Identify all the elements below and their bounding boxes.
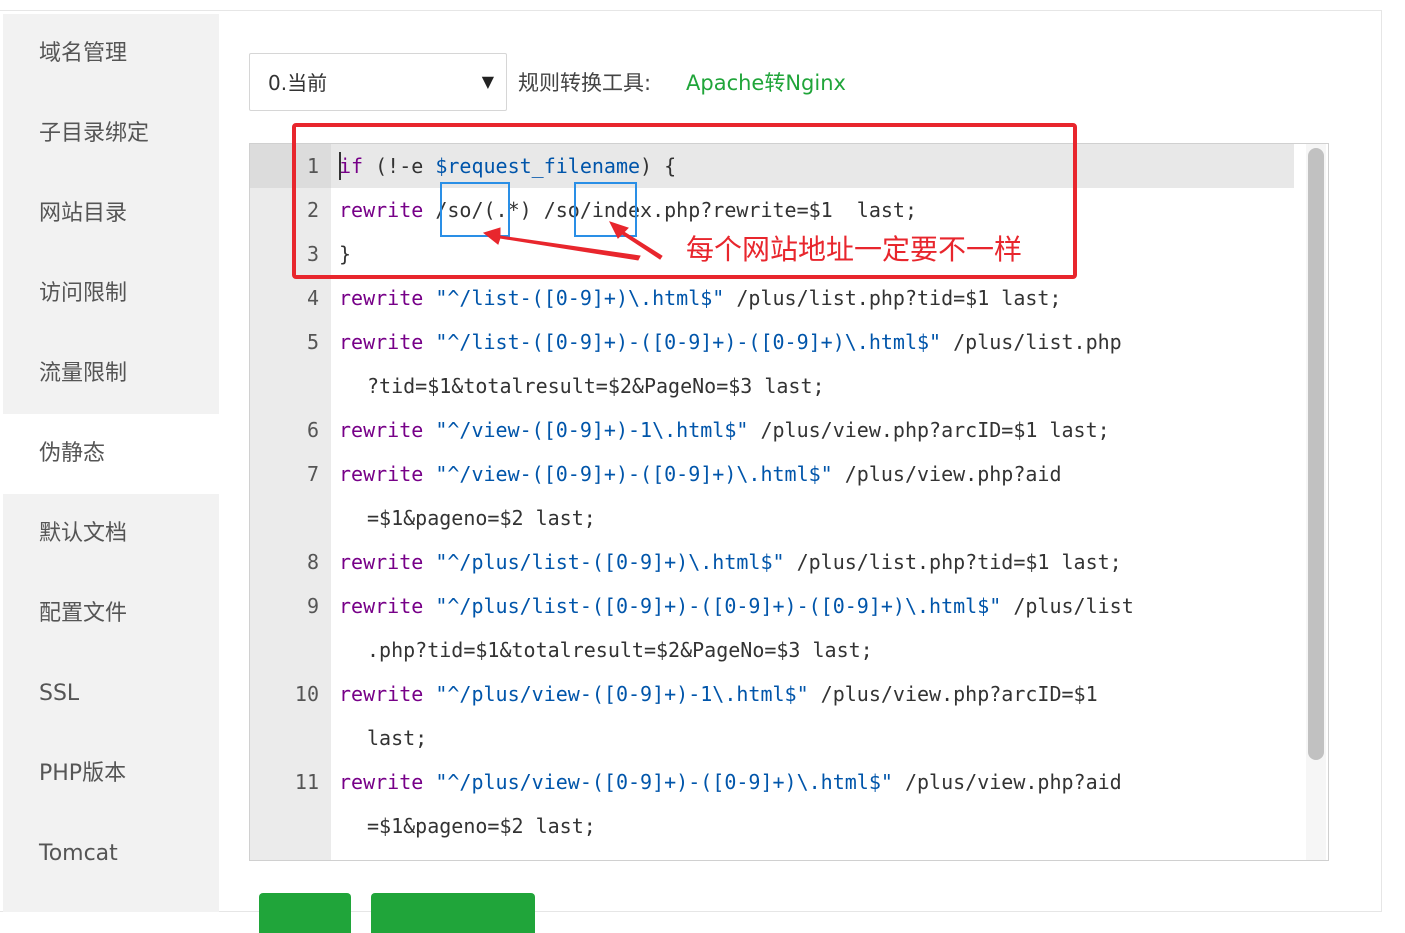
sidebar-item-site-directory[interactable]: 网站目录	[3, 174, 219, 254]
code-token: rewrite	[339, 770, 424, 794]
code-line: 7 rewrite "^/view-([0-9]+)-([0-9]+)\.htm…	[250, 452, 1310, 540]
sidebar: 域名管理 子目录绑定 网站目录 访问限制 流量限制 伪静态 默认文档 配置文件 …	[3, 14, 219, 912]
line-number: 4	[306, 286, 319, 310]
line-number: 5	[306, 330, 319, 354]
code-token: rewrite	[339, 550, 424, 574]
code-line: 5 rewrite "^/list-([0-9]+)-([0-9]+)-([0-…	[250, 320, 1310, 408]
line-number: 6	[306, 418, 319, 442]
rule-convert-label: 规则转换工具:	[518, 71, 652, 95]
code-text: rewrite "^/list-([0-9]+)-([0-9]+)-([0-9]…	[339, 320, 1279, 408]
code-token: rewrite	[339, 418, 424, 442]
sidebar-item-subdir-binding[interactable]: 子目录绑定	[3, 94, 219, 174]
sidebar-item-rewrite[interactable]: 伪静态	[3, 414, 219, 494]
code-token: /plus/view.php?aid	[892, 770, 1122, 794]
rewrite-template-select[interactable]: 0.当前 ▼	[249, 53, 507, 111]
code-token: /plus/view.php?arcID=$1	[808, 682, 1098, 706]
line-number: 7	[306, 462, 319, 486]
code-line: 9 rewrite "^/plus/list-([0-9]+)-([0-9]+)…	[250, 584, 1310, 672]
annotation-blue-box-second	[574, 182, 637, 237]
line-number: 8	[306, 550, 319, 574]
code-token: "^/list-([0-9]+)\.html$"	[435, 286, 725, 310]
code-token: "^/plus/view-([0-9]+)-([0-9]+)\.html$"	[435, 770, 893, 794]
code-text: rewrite "^/plus/view-([0-9]+)-([0-9]+)\.…	[339, 760, 1279, 848]
code-token: rewrite	[339, 682, 424, 706]
code-token: /plus/list.php	[941, 330, 1122, 354]
apache-to-nginx-link[interactable]: Apache转Nginx	[686, 53, 846, 113]
code-token: rewrite	[339, 594, 424, 618]
code-token: rewrite	[339, 330, 424, 354]
save-button[interactable]	[259, 893, 351, 933]
code-token: /plus/list	[1001, 594, 1134, 618]
code-line: 6 rewrite "^/view-([0-9]+)-1\.html$" /pl…	[250, 408, 1310, 452]
code-token: "^/list-([0-9]+)-([0-9]+)-([0-9]+)\.html…	[435, 330, 942, 354]
save-as-template-button[interactable]	[371, 893, 535, 933]
editor-scrollbar[interactable]	[1308, 148, 1324, 760]
sidebar-item-domain[interactable]: 域名管理	[3, 14, 219, 94]
code-token: rewrite	[339, 462, 424, 486]
code-token: =$1&pageno=$2 last;	[367, 814, 596, 838]
code-text: rewrite "^/view-([0-9]+)-1\.html$" /plus…	[339, 408, 1279, 452]
chevron-down-icon: ▼	[481, 72, 494, 91]
code-token: "^/view-([0-9]+)-1\.html$"	[435, 418, 749, 442]
code-token: /plus/list.php?tid=$1 last;	[724, 286, 1062, 310]
code-token: "^/plus/list-([0-9]+)-([0-9]+)-([0-9]+)\…	[435, 594, 1002, 618]
line-number: 10	[294, 682, 319, 706]
sidebar-item-php-version[interactable]: PHP版本	[3, 734, 219, 814]
code-text: rewrite "^/plus/list-([0-9]+)-([0-9]+)-(…	[339, 584, 1279, 672]
code-token: /plus/view.php?aid	[832, 462, 1062, 486]
code-token: /plus/list.php?tid=$1 last;	[784, 550, 1122, 574]
sidebar-item-config-file[interactable]: 配置文件	[3, 574, 219, 654]
sidebar-item-access-limit[interactable]: 访问限制	[3, 254, 219, 334]
code-text: rewrite "^/view-([0-9]+)-([0-9]+)\.html$…	[339, 452, 1279, 540]
code-text: rewrite "^/plus/list-([0-9]+)\.html$" /p…	[339, 540, 1279, 584]
select-value: 0.当前	[268, 71, 328, 95]
code-token: "^/plus/view-([0-9]+)-1\.html$"	[435, 682, 809, 706]
annotation-text: 每个网站地址一定要不一样	[686, 233, 1023, 266]
code-line: 4 rewrite "^/list-([0-9]+)\.html$" /plus…	[250, 276, 1310, 320]
code-token: .php?tid=$1&totalresult=$2&PageNo=$3 las…	[367, 638, 873, 662]
code-text: rewrite "^/plus/view-([0-9]+)-1\.html$" …	[339, 672, 1279, 760]
code-token: last;	[367, 726, 428, 750]
code-token: "^/plus/list-([0-9]+)\.html$"	[435, 550, 785, 574]
code-line: 8 rewrite "^/plus/list-([0-9]+)\.html$" …	[250, 540, 1310, 584]
sidebar-item-ssl[interactable]: SSL	[3, 654, 219, 734]
code-token: /plus/view.php?arcID=$1 last;	[748, 418, 1110, 442]
code-token: "^/view-([0-9]+)-([0-9]+)\.html$"	[435, 462, 833, 486]
annotation-blue-box-first	[440, 182, 510, 237]
code-line: 11 rewrite "^/plus/view-([0-9]+)-([0-9]+…	[250, 760, 1310, 848]
sidebar-item-tomcat[interactable]: Tomcat	[3, 814, 219, 894]
line-number: 11	[294, 770, 319, 794]
code-token: rewrite	[339, 286, 424, 310]
sidebar-item-traffic-limit[interactable]: 流量限制	[3, 334, 219, 414]
code-text: rewrite "^/list-([0-9]+)\.html$" /plus/l…	[339, 276, 1279, 320]
sidebar-item-default-doc[interactable]: 默认文档	[3, 494, 219, 574]
code-line: 10 rewrite "^/plus/view-([0-9]+)-1\.html…	[250, 672, 1310, 760]
line-number: 9	[306, 594, 319, 618]
code-token: =$1&pageno=$2 last;	[367, 506, 596, 530]
code-token: ?tid=$1&totalresult=$2&PageNo=$3 last;	[367, 374, 825, 398]
